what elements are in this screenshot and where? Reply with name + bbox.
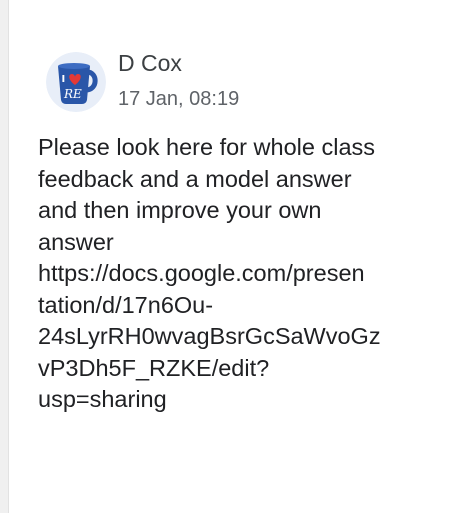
mug-text: RE bbox=[63, 87, 82, 101]
avatar[interactable]: I RE bbox=[46, 52, 106, 112]
i-love-re-mug-icon: I RE bbox=[46, 52, 106, 112]
comment-card: I RE D Cox 17 Jan, 08:19 Please look her… bbox=[38, 40, 450, 416]
comment-timestamp: 17 Jan, 08:19 bbox=[118, 88, 240, 110]
svg-text:I: I bbox=[62, 74, 66, 85]
comment-body: Please look here for whole class feedbac… bbox=[38, 134, 381, 412]
comment-header: I RE D Cox 17 Jan, 08:19 bbox=[38, 40, 450, 120]
thread-divider bbox=[0, 0, 9, 513]
comment-author[interactable]: D Cox bbox=[118, 50, 182, 77]
